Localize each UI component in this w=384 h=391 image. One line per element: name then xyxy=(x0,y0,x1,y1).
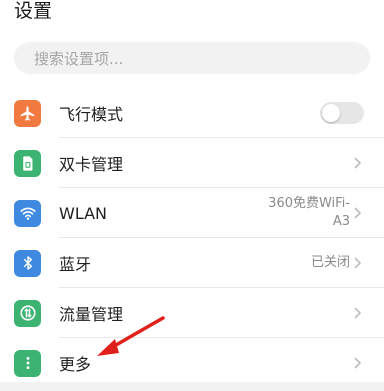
airplane-mode-toggle[interactable] xyxy=(320,102,364,124)
settings-item-label: 流量管理 xyxy=(59,305,124,324)
settings-item-label: 飞行模式 xyxy=(59,105,124,124)
settings-item-wlan[interactable]: WLAN 360免费WiFi- A3 xyxy=(0,188,384,238)
wifi-icon xyxy=(14,199,41,227)
settings-item-label: 更多 xyxy=(59,355,92,374)
settings-item-bluetooth[interactable]: 蓝牙 已关闭 xyxy=(0,238,384,288)
settings-item-label: WLAN xyxy=(59,203,108,223)
settings-item-label: 蓝牙 xyxy=(59,255,92,274)
bottom-divider xyxy=(0,382,384,391)
chevron-right-icon xyxy=(354,257,362,269)
settings-item-label: 双卡管理 xyxy=(59,155,124,174)
wlan-network-name-line2: A3 xyxy=(332,214,350,229)
settings-item-airplane-mode[interactable]: 飞行模式 xyxy=(0,88,384,138)
settings-item-more[interactable]: 更多 xyxy=(0,338,384,388)
settings-item-dual-sim[interactable]: 双卡管理 xyxy=(0,138,384,188)
airplane-icon xyxy=(14,99,41,127)
bluetooth-status: 已关闭 xyxy=(310,255,350,270)
chevron-right-icon xyxy=(354,157,362,169)
search-input[interactable]: 搜索设置项... xyxy=(14,42,370,74)
chevron-right-icon xyxy=(354,307,362,319)
search-placeholder: 搜索设置项... xyxy=(34,49,124,68)
settings-list: 飞行模式 双卡管理 WLAN 360免费WiFi- A3 蓝牙 已关闭 流量管理… xyxy=(0,88,384,388)
page-title: 设置 xyxy=(14,0,53,22)
wlan-network-name-line1: 360免费WiFi- xyxy=(268,196,350,211)
chevron-right-icon xyxy=(354,357,362,369)
chevron-right-icon xyxy=(354,207,362,219)
wlan-status: 360免费WiFi- A3 xyxy=(268,195,350,231)
more-dots-icon xyxy=(14,349,41,377)
bluetooth-icon xyxy=(14,249,41,277)
settings-item-data-usage[interactable]: 流量管理 xyxy=(0,288,384,338)
sim-card-icon xyxy=(14,149,41,177)
data-usage-icon xyxy=(14,299,41,327)
toggle-knob xyxy=(322,104,340,122)
